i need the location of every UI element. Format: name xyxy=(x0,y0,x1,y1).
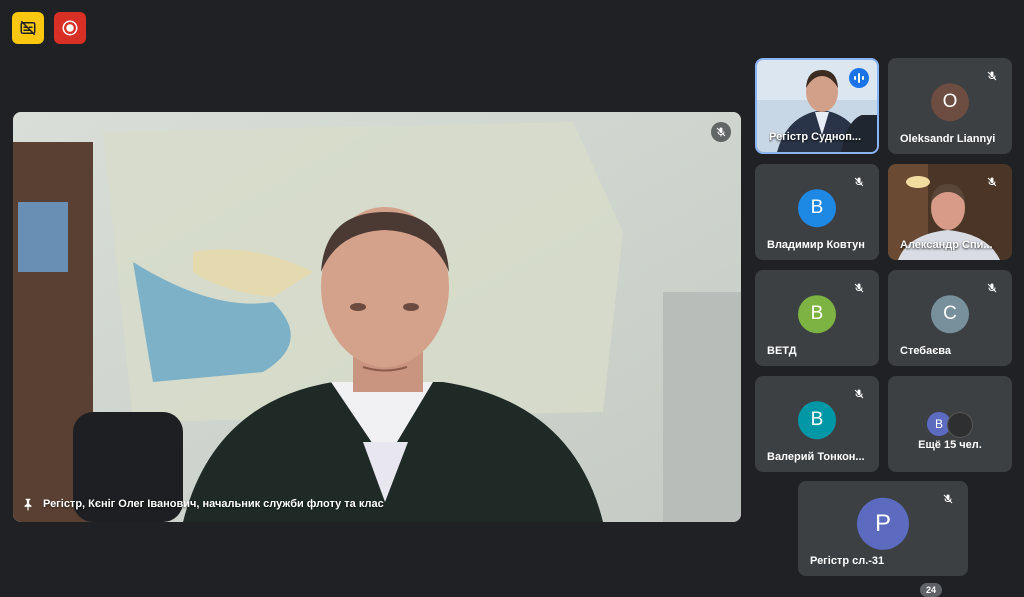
mic-off-icon xyxy=(943,494,953,504)
participant-tile[interactable]: Александр Спи... xyxy=(888,164,1012,260)
speaker-video-feed xyxy=(13,112,741,522)
participant-name: Валерий Тонкон... xyxy=(767,451,865,463)
mic-off-icon xyxy=(987,177,997,187)
participant-name: Александр Спи... xyxy=(900,239,993,251)
captions-off-icon xyxy=(20,20,36,36)
avatar: В xyxy=(798,401,836,440)
mic-off-icon xyxy=(854,389,864,399)
mic-off-indicator xyxy=(938,489,958,509)
avatar-photo xyxy=(947,412,973,438)
avatar: С xyxy=(931,295,969,334)
avatar: Р xyxy=(857,497,909,550)
mic-off-icon xyxy=(854,283,864,293)
participant-tile[interactable]: Р Регістр сл.-31 xyxy=(798,481,968,576)
avatar: O xyxy=(931,83,969,122)
participant-tile[interactable]: Регістр Судноп... xyxy=(755,58,879,154)
mic-off-icon xyxy=(987,71,997,81)
mic-off-indicator xyxy=(982,172,1002,192)
participant-count-badge: 24 xyxy=(920,583,942,597)
participant-tile[interactable]: С Стебаєва xyxy=(888,270,1012,366)
participant-tile[interactable]: В Валерий Тонкон... xyxy=(755,376,879,472)
participant-name: Регістр сл.-31 xyxy=(810,555,885,567)
mic-off-icon xyxy=(854,177,864,187)
participant-name: Владимир Ковтун xyxy=(767,239,865,251)
avatar: В xyxy=(798,295,836,334)
participant-name: Регістр Судноп... xyxy=(769,131,862,143)
mic-off-indicator xyxy=(849,384,869,404)
mic-off-indicator xyxy=(849,172,869,192)
more-participants-tile[interactable]: В Ещё 15 чел. xyxy=(888,376,1012,472)
recording-button[interactable] xyxy=(54,12,86,44)
mic-off-indicator xyxy=(849,278,869,298)
more-participants-label: Ещё 15 чел. xyxy=(918,439,982,451)
main-speaker-video[interactable]: Регістр, Кєніг Олег Іванович, начальник … xyxy=(13,112,741,522)
mic-off-indicator xyxy=(711,122,731,142)
mic-off-indicator xyxy=(982,66,1002,86)
speaker-name-label: Регістр, Кєніг Олег Іванович, начальник … xyxy=(43,498,384,510)
audio-level-icon xyxy=(854,73,864,83)
speaker-caption: Регістр, Кєніг Олег Іванович, начальник … xyxy=(21,496,384,512)
more-avatars-group: В xyxy=(927,412,973,438)
participant-name: Стебаєва xyxy=(900,345,952,357)
participant-tile[interactable]: O Oleksandr Liannyi xyxy=(888,58,1012,154)
participant-tile[interactable]: В ВЕТД xyxy=(755,270,879,366)
mic-off-icon xyxy=(987,283,997,293)
captions-toggle-button[interactable] xyxy=(12,12,44,44)
speaking-indicator xyxy=(849,68,869,88)
participant-name: Oleksandr Liannyi xyxy=(900,133,996,145)
participant-name: ВЕТД xyxy=(767,345,797,357)
mic-off-indicator xyxy=(982,278,1002,298)
record-icon xyxy=(62,20,78,36)
avatar: В xyxy=(798,189,836,228)
participant-tile[interactable]: В Владимир Ковтун xyxy=(755,164,879,260)
mic-off-icon xyxy=(716,127,726,137)
pin-icon[interactable] xyxy=(21,496,35,512)
